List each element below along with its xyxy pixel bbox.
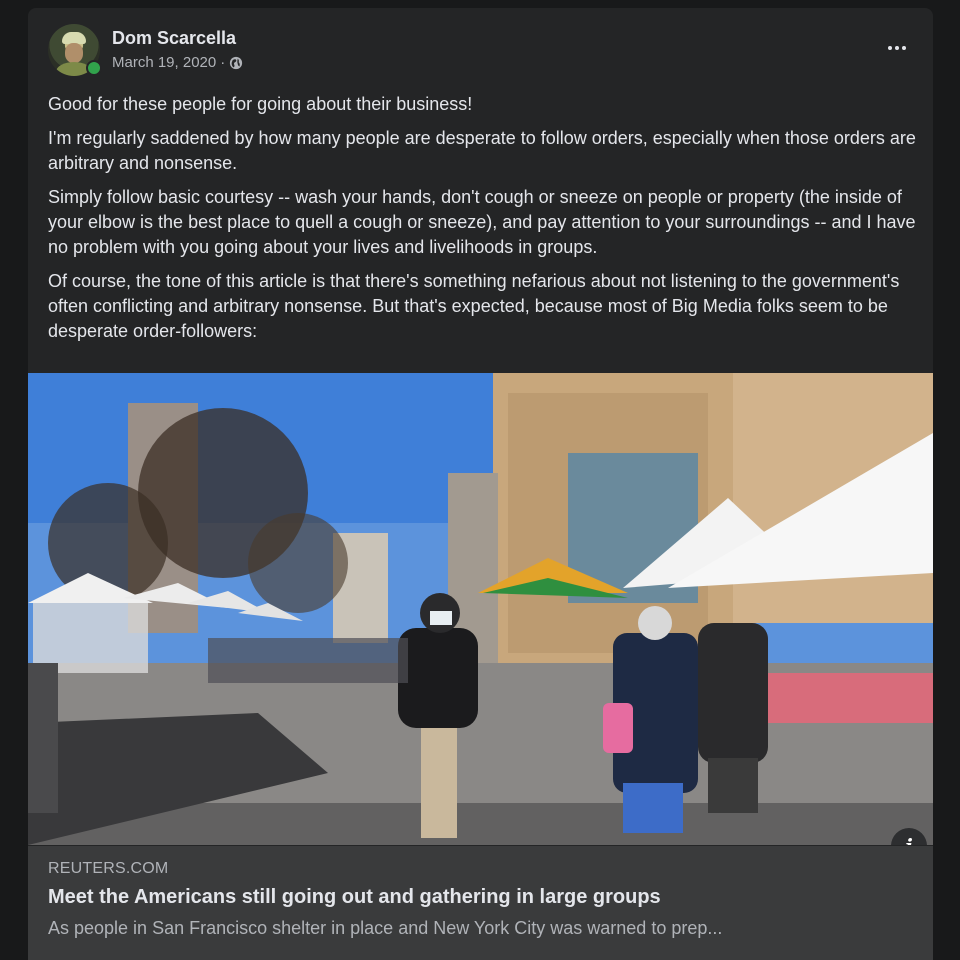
shopper-pants [623,783,683,833]
link-preview-info[interactable]: REUTERS.COM Meet the Americans still goi… [28,846,933,960]
more-dot [902,46,906,50]
bystander [28,663,58,813]
link-domain: REUTERS.COM [48,860,169,877]
tree-canopy [248,513,348,613]
shopper-bag [603,703,633,753]
person-right [698,623,768,763]
more-dot [888,46,892,50]
tent-body [33,603,148,673]
link-title[interactable]: Meet the Americans still going out and g… [48,886,661,909]
avatar-face [65,43,83,63]
shopper-hat [638,606,672,640]
shadow [28,803,933,845]
market-table-cloth [763,673,933,723]
post-paragraph: Of course, the tone of this article is t… [48,271,900,341]
link-preview-image[interactable]: i [28,373,933,845]
post-date[interactable]: March 19, 2020 [112,54,216,71]
post-text: Good for these people for going about th… [48,92,916,353]
link-description: As people in San Francisco shelter in pl… [48,918,723,938]
person-mask [430,611,452,625]
person-right-legs [708,758,758,813]
person-legs [421,718,457,838]
more-options-icon[interactable] [879,36,915,60]
more-dot [895,46,899,50]
post-header: Dom Scarcella March 19, 2020 · [28,8,933,88]
street-market-photo [28,373,933,845]
globe-icon[interactable] [229,56,243,70]
crowd [208,638,408,683]
post-card: Dom Scarcella March 19, 2020 · Good for … [28,8,933,960]
person-jacket [398,628,478,728]
post-paragraph: Good for these people for going about th… [48,94,473,114]
post-paragraph: I'm regularly saddened by how many peopl… [48,128,916,173]
post-meta: March 19, 2020 · [112,54,243,71]
meta-separator: · [220,54,226,71]
author-name[interactable]: Dom Scarcella [112,28,236,49]
post-paragraph: Simply follow basic courtesy -- wash you… [48,187,916,257]
online-status-indicator [86,60,102,76]
